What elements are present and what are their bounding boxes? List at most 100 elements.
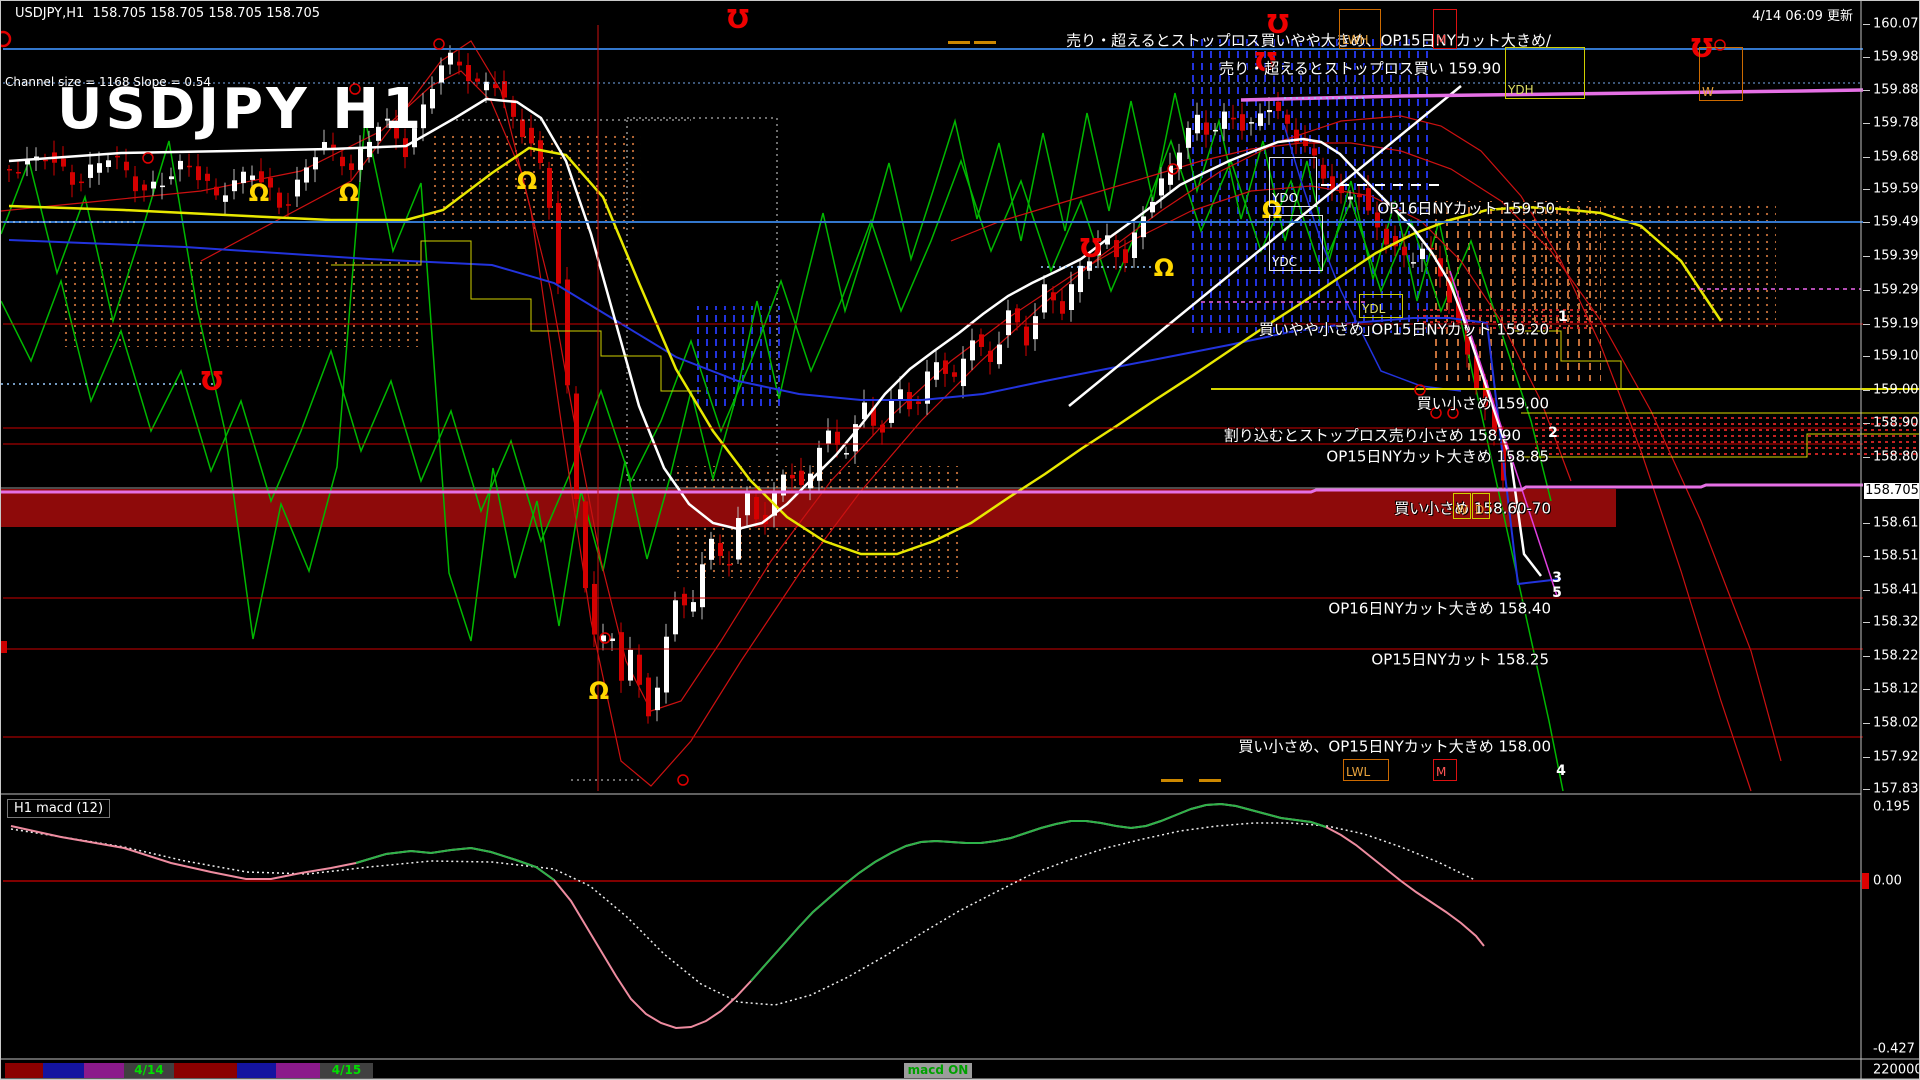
price-annotation: OP16日NYカット大きめ 158.40	[1328, 599, 1551, 618]
price-tick	[1863, 157, 1870, 158]
price-axis-label: 160.075	[1873, 16, 1919, 32]
range-box-m: M	[1433, 9, 1457, 49]
range-box-w: W	[1699, 47, 1743, 101]
session-segment	[174, 1063, 237, 1078]
price-tick	[1863, 556, 1870, 557]
session-segment	[43, 1063, 84, 1078]
price-tick	[1863, 423, 1870, 424]
price-axis-label: 159.980	[1873, 49, 1919, 65]
price-annotation: 買いやや小さめ｣OP15日NYカット 159.20	[1258, 320, 1549, 339]
price-annotation: 買い小さめ 159.00	[1416, 394, 1549, 413]
price-tick	[1863, 457, 1870, 458]
range-box-lwh: LWH	[1339, 9, 1381, 49]
price-annotation: OP15日NYカット 158.25	[1371, 650, 1549, 669]
price-zone-band	[1, 487, 1616, 527]
current-price-badge: 158.705	[1864, 483, 1919, 499]
price-axis-label: 159.785	[1873, 115, 1919, 131]
price-tick	[1863, 24, 1870, 25]
price-axis-label: 158.905	[1873, 415, 1919, 431]
price-tick	[1863, 656, 1870, 657]
session-segment	[237, 1063, 276, 1078]
price-tick	[1863, 222, 1870, 223]
price-axis-label: 158.220	[1873, 648, 1919, 664]
range-box-ydo: YDO	[1269, 157, 1317, 207]
range-box-ydl: YDL	[1359, 294, 1403, 318]
price-tick	[1863, 757, 1870, 758]
price-tick	[1863, 689, 1870, 690]
macd-axis-label: 220000	[1873, 1062, 1920, 1078]
chart-canvas[interactable]	[1, 1, 1920, 1080]
price-tick	[1863, 90, 1870, 91]
range-box-ydc: YDC	[1269, 215, 1323, 271]
sequence-number: 3	[1552, 570, 1562, 586]
price-tick	[1863, 523, 1870, 524]
range-box-ydh: YDH	[1505, 47, 1585, 99]
session-segment	[276, 1063, 320, 1078]
price-axis-label: 159.100	[1873, 348, 1919, 364]
price-tick	[1863, 290, 1870, 291]
price-tick	[1863, 256, 1870, 257]
macd-axis-label: -0.427	[1873, 1041, 1915, 1057]
macd-indicator-label: H1 macd (12)	[7, 799, 111, 818]
session-date-label: 4/15	[331, 1063, 362, 1077]
price-axis-label: 158.415	[1873, 582, 1919, 598]
range-box-lwl: LWL	[1343, 759, 1389, 781]
price-axis-label: 158.610	[1873, 515, 1919, 531]
price-annotation: 売り・超えるとストップロス買い 159.90	[1219, 59, 1501, 78]
price-axis-label: 158.320	[1873, 614, 1919, 630]
symbol-title: USDJPY,H1 158.705 158.705 158.705 158.70…	[15, 6, 320, 21]
price-annotation: 割り込むとストップロス売り小さめ 158.90	[1223, 426, 1521, 445]
session-segment	[84, 1063, 124, 1078]
buy-signal-icon: Ω	[248, 179, 270, 207]
price-axis-label: 158.025	[1873, 715, 1919, 731]
price-axis-label: 159.590	[1873, 181, 1919, 197]
buy-signal-icon: Ω	[516, 167, 538, 195]
price-axis-label: 159.000	[1873, 382, 1919, 398]
price-annotation: 売り・超えるとストップロス買いやや大きめ、OP15日NYカット大きめ/	[1066, 31, 1551, 50]
session-segment	[5, 1063, 43, 1078]
macd-pane	[3, 802, 1869, 1030]
sequence-number: 4	[1556, 763, 1566, 779]
price-axis-label: 159.395	[1873, 248, 1919, 264]
buy-signal-icon: Ω	[588, 677, 610, 705]
buy-signal-icon: Ω	[1153, 254, 1175, 282]
price-axis-label: 159.195	[1873, 316, 1919, 332]
price-axis-label: 158.515	[1873, 548, 1919, 564]
price-tick	[1863, 189, 1870, 190]
price-axis-label: 159.295	[1873, 282, 1919, 298]
price-tick	[1863, 324, 1870, 325]
price-axis-label: 157.925	[1873, 749, 1919, 765]
price-annotation: OP16日NYカット 159.50	[1377, 199, 1555, 218]
range-box-w: W	[1453, 493, 1471, 519]
macd-axis-label: 0.195	[1873, 799, 1911, 815]
price-tick	[1863, 57, 1870, 58]
price-tick	[1863, 123, 1870, 124]
price-axis-label: 159.490	[1873, 214, 1919, 230]
sequence-number: 5	[1552, 585, 1562, 601]
sell-signal-icon: Ω	[726, 2, 750, 32]
macd-on-badge[interactable]: macd ON	[904, 1063, 972, 1078]
price-tick	[1863, 590, 1870, 591]
price-axis-label: 158.805	[1873, 449, 1919, 465]
price-axis-label: 157.830	[1873, 781, 1919, 797]
macd-axis-label: 0.00	[1873, 873, 1902, 889]
price-annotation: OP15日NYカット大きめ 158.85	[1326, 447, 1549, 466]
range-box-d: D	[1472, 493, 1490, 519]
price-axis-label: 159.880	[1873, 82, 1919, 98]
price-tick	[1863, 356, 1870, 357]
sell-signal-icon: Ω	[1079, 231, 1103, 261]
price-axis-label: 159.685	[1873, 149, 1919, 165]
buy-signal-icon: Ω	[338, 179, 360, 207]
update-time-label: 4/14 06:09 更新	[1752, 9, 1853, 24]
price-axis-label: 158.125	[1873, 681, 1919, 697]
price-tick	[1863, 723, 1870, 724]
sequence-number: 2	[1548, 425, 1558, 441]
session-date-label: 4/14	[134, 1063, 164, 1077]
price-annotation: 買い小さめ、OP15日NYカット大きめ 158.00	[1238, 737, 1551, 756]
sell-signal-icon: Ω	[200, 364, 224, 394]
price-tick	[1863, 390, 1870, 391]
channel-info-label: Channel size = 1168 Slope = 0.54	[5, 75, 212, 89]
price-tick	[1863, 789, 1870, 790]
sequence-number: 1	[1558, 309, 1568, 325]
trading-chart-window: USDJPY,H1 158.705 158.705 158.705 158.70…	[0, 0, 1920, 1080]
